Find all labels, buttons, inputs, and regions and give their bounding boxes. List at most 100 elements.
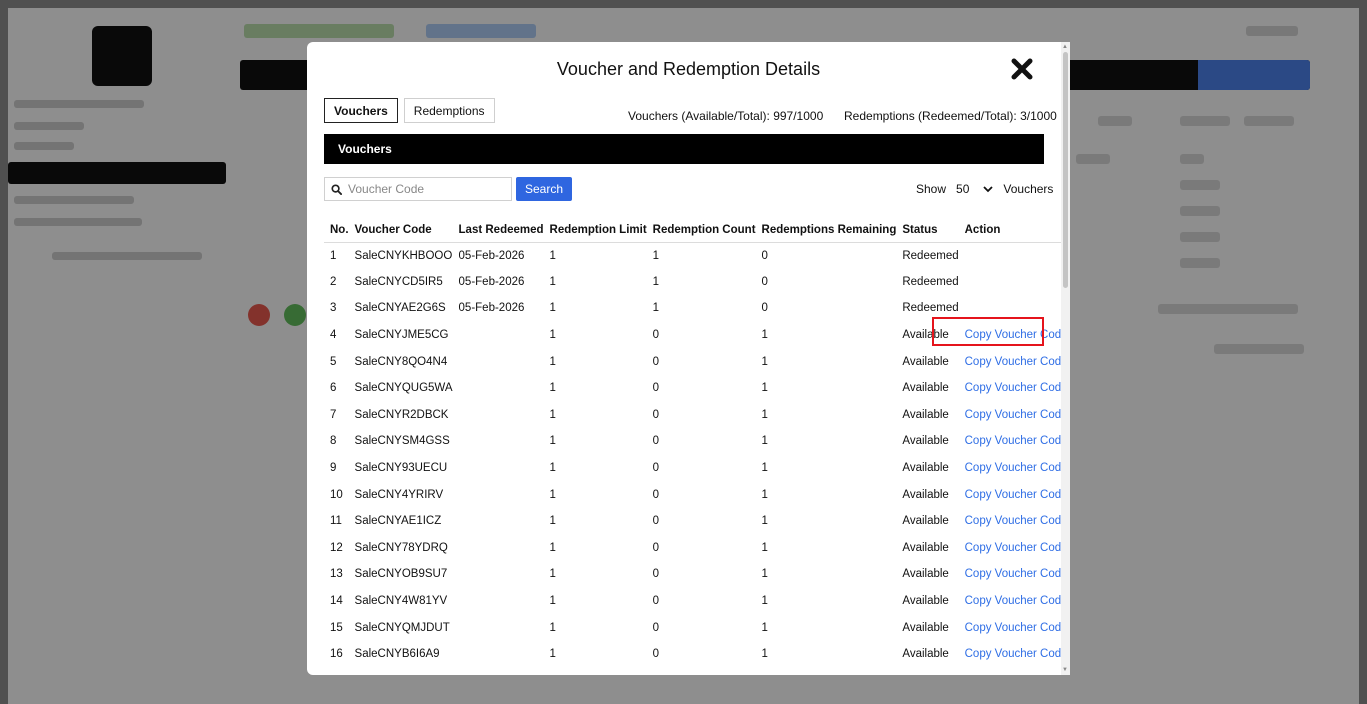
copy-voucher-code-link[interactable]: Copy Voucher Code	[965, 568, 1068, 580]
column-header: Voucher Code	[348, 219, 453, 243]
cell-no: 11	[330, 515, 342, 528]
modal-scrollbar[interactable]: ▲ ▼	[1061, 42, 1070, 675]
table-row: 2 SaleCNYCD5IR5 05-Feb-2026 1 1 0 Redeemed	[324, 269, 1068, 296]
tab-redemptions[interactable]: Redemptions	[403, 98, 495, 123]
search-button[interactable]: Search	[516, 177, 573, 201]
cell-status: Available	[902, 435, 949, 448]
close-icon	[1011, 58, 1033, 80]
column-header: Action	[958, 219, 1068, 243]
cell-limit: 1	[549, 382, 556, 395]
column-header: Last Redeemed	[452, 219, 544, 243]
cell-status: Available	[902, 382, 949, 395]
cell-limit: 1	[549, 329, 556, 342]
cell-count: 0	[652, 382, 660, 395]
tab-vouchers[interactable]: Vouchers	[324, 98, 398, 123]
cell-no: 7	[330, 408, 337, 421]
cell-status: Available	[902, 621, 949, 634]
cell-no: 2	[330, 275, 337, 288]
table-row: 3 SaleCNYAE2G6S 05-Feb-2026 1 1 0 Redeemed	[324, 295, 1068, 322]
cell-status: Available	[902, 648, 949, 661]
section-header: Vouchers	[324, 134, 1044, 164]
cell-count: 0	[652, 515, 660, 528]
copy-voucher-code-link[interactable]: Copy Voucher Code	[965, 435, 1068, 447]
cell-status: Redeemed	[902, 275, 959, 288]
cell-limit: 1	[549, 249, 556, 262]
cell-limit: 1	[549, 275, 556, 288]
action-cell	[959, 269, 1068, 296]
cell-status: Redeemed	[902, 302, 959, 315]
cell-code: SaleCNY93UECU	[354, 462, 448, 475]
copy-voucher-code-link[interactable]: Copy Voucher Code	[965, 595, 1068, 607]
close-button[interactable]	[1007, 54, 1037, 84]
table-row: 15 SaleCNYQMJDUT 1 0 1 Available Copy Voucher …	[324, 614, 1068, 641]
cell-no: 6	[330, 382, 337, 395]
table-row: 1 SaleCNYKHBOOO 05-Feb-2026 1 1 0 Redeemed	[324, 242, 1068, 269]
cell-last	[453, 402, 544, 429]
cell-remaining: 1	[761, 355, 768, 368]
table-header-row: No. Voucher Code Last Redeemed Redemptio…	[324, 219, 1068, 243]
cell-code: SaleCNYSM4GSS	[354, 435, 450, 448]
cell-remaining: 1	[761, 435, 768, 448]
cell-last	[453, 375, 544, 402]
cell-no: 3	[330, 302, 337, 315]
table-row: 9 SaleCNY93UECU 1 0 1 Available Copy Voucher C…	[324, 455, 1068, 482]
copy-voucher-code-link[interactable]: Copy Voucher Code	[965, 622, 1068, 634]
copy-voucher-code-link[interactable]: Copy Voucher Code	[965, 515, 1068, 527]
cell-limit: 1	[549, 355, 556, 368]
cell-count: 1	[652, 302, 660, 315]
cell-count: 1	[652, 275, 660, 288]
column-header: Redemption Count	[646, 219, 756, 243]
cell-status: Available	[902, 541, 949, 554]
action-cell: Copy Voucher Code	[959, 561, 1068, 588]
search-bar: Search	[324, 177, 573, 201]
cell-count: 0	[652, 541, 660, 554]
scroll-down-arrow[interactable]: ▼	[1062, 667, 1068, 673]
cell-last	[453, 428, 544, 455]
cell-status: Available	[902, 462, 949, 475]
page-size-suffix: Vouchers	[1003, 182, 1054, 196]
page-size-select[interactable]: 50	[952, 178, 997, 200]
cell-code: SaleCNYB6I6A9	[354, 648, 440, 661]
table-row: 6 SaleCNYQUG5WA 1 0 1 Available Copy Voucher C…	[324, 375, 1068, 402]
cell-limit: 1	[549, 435, 556, 448]
cell-count: 0	[652, 568, 660, 581]
cell-status: Redeemed	[902, 249, 959, 262]
copy-voucher-code-link[interactable]: Copy Voucher Code	[965, 648, 1068, 660]
copy-voucher-code-link[interactable]: Copy Voucher Code	[965, 489, 1068, 501]
scroll-thumb[interactable]	[1063, 52, 1068, 288]
copy-voucher-code-link[interactable]: Copy Voucher Code	[965, 382, 1068, 394]
cell-no: 1	[330, 249, 337, 262]
cell-remaining: 1	[761, 488, 768, 501]
cell-remaining: 1	[761, 515, 768, 528]
copy-voucher-code-link[interactable]: Copy Voucher Code	[965, 356, 1068, 368]
copy-voucher-code-link[interactable]: Copy Voucher Code	[965, 409, 1068, 421]
cell-last	[453, 561, 544, 588]
copy-voucher-code-link[interactable]: Copy Voucher Code	[965, 542, 1068, 554]
scroll-up-arrow[interactable]: ▲	[1062, 44, 1068, 50]
copy-voucher-code-link[interactable]: Copy Voucher Code	[965, 462, 1068, 474]
action-cell: Copy Voucher Code	[959, 402, 1068, 429]
cell-no: 14	[330, 595, 343, 608]
cell-count: 1	[652, 249, 660, 262]
action-cell: Copy Voucher Code	[959, 428, 1068, 455]
chevron-down-icon	[983, 186, 994, 193]
cell-remaining: 0	[761, 302, 768, 315]
cell-remaining: 1	[761, 648, 768, 661]
cell-count: 0	[652, 648, 660, 661]
cell-remaining: 1	[761, 462, 768, 475]
cell-remaining: 1	[761, 382, 768, 395]
cell-code: SaleCNYOB9SU7	[354, 568, 448, 581]
cell-limit: 1	[549, 648, 556, 661]
cell-last	[453, 455, 544, 482]
voucher-code-input[interactable]	[348, 182, 508, 196]
cell-code: SaleCNYR2DBCK	[354, 408, 449, 421]
cell-limit: 1	[549, 515, 556, 528]
cell-count: 0	[652, 408, 660, 421]
table-row: 14 SaleCNY4W81YV 1 0 1 Available Copy Voucher …	[324, 588, 1068, 615]
column-header: Status	[896, 219, 959, 243]
cell-remaining: 1	[761, 621, 768, 634]
column-header: No.	[324, 219, 349, 243]
copy-voucher-code-link[interactable]: Copy Voucher Code	[965, 329, 1068, 341]
cell-no: 5	[330, 355, 337, 368]
action-cell: Copy Voucher Code	[959, 348, 1068, 375]
